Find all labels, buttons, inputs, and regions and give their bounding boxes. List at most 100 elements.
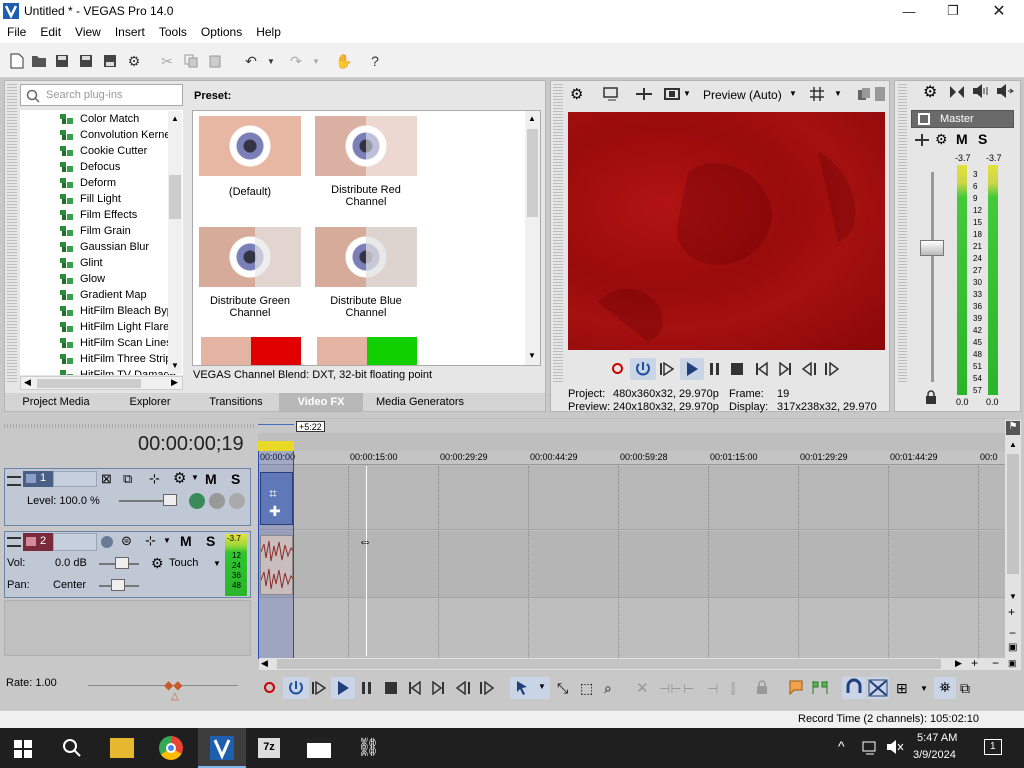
auto-crossfade-button[interactable] bbox=[867, 677, 889, 699]
composite-parent-icon[interactable] bbox=[209, 493, 225, 509]
zoom-out-track-icon[interactable]: − bbox=[1009, 626, 1016, 640]
scroll-right-icon[interactable]: ▶ bbox=[171, 377, 178, 388]
menu-options[interactable]: Options bbox=[194, 22, 249, 43]
timeline-hscroll[interactable]: ◀ ▶ + − ▣ bbox=[259, 656, 1021, 670]
master-fader-track[interactable] bbox=[931, 172, 934, 382]
automation-gear-icon[interactable]: ⚙ bbox=[151, 555, 164, 572]
loop-region-bar[interactable] bbox=[258, 441, 294, 451]
new-project-icon[interactable] bbox=[8, 52, 26, 70]
scroll-thumb[interactable] bbox=[169, 175, 181, 219]
time-ruler[interactable]: 00:00:00 00:00:15:00 00:00:29:29 00:00:44:2… bbox=[258, 451, 1005, 465]
hscroll-thumb[interactable] bbox=[277, 659, 941, 669]
close-button[interactable]: ✕ bbox=[976, 0, 1022, 22]
notification-center-icon[interactable]: 1 bbox=[984, 739, 1002, 755]
plugin-search-box[interactable]: Search plug-ins bbox=[20, 84, 183, 106]
video-event[interactable]: ⌗ ✚ bbox=[260, 472, 293, 525]
scroll-up-icon[interactable]: ▲ bbox=[528, 114, 536, 123]
track-fx-dropdown-icon[interactable]: ▼ bbox=[191, 473, 199, 482]
properties-gear-icon[interactable]: ⚙ bbox=[125, 52, 143, 70]
file-explorer-icon[interactable] bbox=[110, 738, 134, 758]
minimize-button[interactable]: — bbox=[886, 0, 932, 22]
event-fx-icon[interactable]: ✚ bbox=[269, 503, 281, 520]
trim-icon[interactable]: ⊣⊢ bbox=[659, 681, 682, 697]
scroll-down-icon[interactable]: ▼ bbox=[1009, 592, 1017, 601]
track1-solo-button[interactable]: S bbox=[231, 471, 240, 487]
video-track-lane[interactable] bbox=[258, 466, 1005, 530]
trim-start-icon[interactable]: ⊢ bbox=[683, 681, 694, 697]
external-monitor-icon[interactable] bbox=[603, 87, 621, 101]
zoom-track-icon[interactable]: ▣ bbox=[1008, 642, 1017, 653]
scroll-left-icon[interactable]: ◀ bbox=[261, 658, 268, 669]
undo-dropdown-icon[interactable]: ▼ bbox=[262, 52, 280, 70]
scroll-up-icon[interactable]: ▲ bbox=[1009, 440, 1017, 449]
tab-project-media[interactable]: Project Media bbox=[5, 393, 107, 411]
track-collapse-icon[interactable] bbox=[7, 476, 21, 486]
pan-slider-handle[interactable] bbox=[111, 579, 125, 591]
menu-help[interactable]: Help bbox=[249, 22, 288, 43]
record-button[interactable] bbox=[612, 363, 623, 374]
hand-tool-icon[interactable]: ✋ bbox=[335, 52, 353, 70]
composite-child-icon[interactable] bbox=[189, 493, 205, 509]
master-fx-icon[interactable] bbox=[915, 134, 929, 146]
go-to-end-icon[interactable] bbox=[778, 362, 792, 376]
insert-marker-icon[interactable] bbox=[788, 680, 804, 695]
preset-partial-green[interactable] bbox=[317, 337, 417, 365]
maximize-button[interactable]: ❐ bbox=[930, 0, 976, 22]
menu-edit[interactable]: Edit bbox=[33, 22, 68, 43]
plugin-item[interactable]: Defocus bbox=[60, 159, 180, 175]
track-name-input[interactable] bbox=[53, 533, 97, 551]
timeline-previous-frame-icon[interactable] bbox=[455, 681, 471, 695]
timeline-next-frame-icon[interactable] bbox=[479, 681, 495, 695]
preset-distribute-red[interactable]: Distribute Red Channel bbox=[311, 116, 421, 208]
track-fx-dropdown-icon[interactable]: ▼ bbox=[163, 536, 171, 545]
vegas-taskbar-button[interactable] bbox=[198, 728, 246, 768]
lock-envelopes-button[interactable]: ⛯ bbox=[934, 677, 956, 699]
level-slider-handle[interactable] bbox=[163, 494, 177, 506]
loop-playback-button[interactable] bbox=[630, 358, 656, 380]
previous-frame-icon[interactable] bbox=[801, 362, 817, 376]
track-motion-icon[interactable]: ⊠ bbox=[101, 471, 112, 487]
split-icon[interactable]: ⫿ bbox=[731, 681, 735, 697]
copy-icon[interactable] bbox=[182, 52, 200, 70]
plugin-item[interactable]: Gradient Map bbox=[60, 287, 180, 303]
scroll-down-icon[interactable]: ▼ bbox=[528, 351, 536, 360]
pause-icon[interactable] bbox=[708, 362, 722, 376]
plugin-item[interactable]: Cookie Cutter bbox=[60, 143, 180, 159]
overlays-dropdown-icon[interactable]: ▼ bbox=[834, 89, 842, 98]
timeline-go-to-start-icon[interactable] bbox=[408, 681, 422, 695]
menu-view[interactable]: View bbox=[68, 22, 108, 43]
timeline-pause-icon[interactable] bbox=[360, 681, 374, 695]
ripple-dropdown-icon[interactable]: ▼ bbox=[920, 684, 928, 693]
scroll-thumb[interactable] bbox=[527, 129, 538, 217]
fx-dropdown-icon[interactable]: ▼ bbox=[683, 89, 691, 98]
cut-icon[interactable]: ✂ bbox=[158, 52, 176, 70]
envelope-edit-tool-icon[interactable]: ⤡ bbox=[557, 680, 568, 697]
lock-event-icon[interactable] bbox=[756, 680, 768, 694]
plugin-search-input[interactable]: Search plug-ins bbox=[46, 89, 122, 101]
hscroll-thumb[interactable] bbox=[37, 379, 141, 388]
paste-icon[interactable] bbox=[206, 52, 224, 70]
track1-mute-button[interactable]: M bbox=[205, 471, 217, 487]
compositing-mode-icon[interactable]: ⧉ bbox=[123, 471, 132, 487]
track2-solo-button[interactable]: S bbox=[206, 533, 215, 549]
empty-track-area[interactable] bbox=[4, 600, 251, 656]
insert-region-icon[interactable] bbox=[812, 680, 828, 695]
trim-end-icon[interactable]: ⊣ bbox=[707, 681, 718, 697]
go-to-start-icon[interactable] bbox=[755, 362, 769, 376]
scroll-left-icon[interactable]: ◀ bbox=[24, 377, 31, 388]
timeline-loop-button[interactable] bbox=[283, 677, 309, 699]
7zip-icon[interactable]: 7z bbox=[258, 738, 280, 758]
track-collapse-icon[interactable] bbox=[7, 537, 21, 547]
redo-icon[interactable]: ↷ bbox=[287, 52, 305, 70]
marker-bar[interactable] bbox=[258, 419, 1005, 433]
taskbar-date[interactable]: 3/9/2024 bbox=[913, 749, 956, 761]
taskbar-time[interactable]: 5:47 AM bbox=[917, 732, 957, 744]
rate-slider-track[interactable] bbox=[88, 685, 238, 686]
save-snapshot-icon[interactable] bbox=[875, 87, 885, 101]
track-fx-chain-icon[interactable]: ⊹ bbox=[145, 533, 156, 549]
zoom-in-track-icon[interactable]: + bbox=[1008, 605, 1015, 619]
master-solo-button[interactable]: S bbox=[978, 131, 987, 147]
track-name-input[interactable] bbox=[53, 471, 97, 487]
plugin-item[interactable]: Film Grain bbox=[60, 223, 180, 239]
plugin-tree-vscroll[interactable]: ▲ ▼ bbox=[168, 111, 182, 374]
